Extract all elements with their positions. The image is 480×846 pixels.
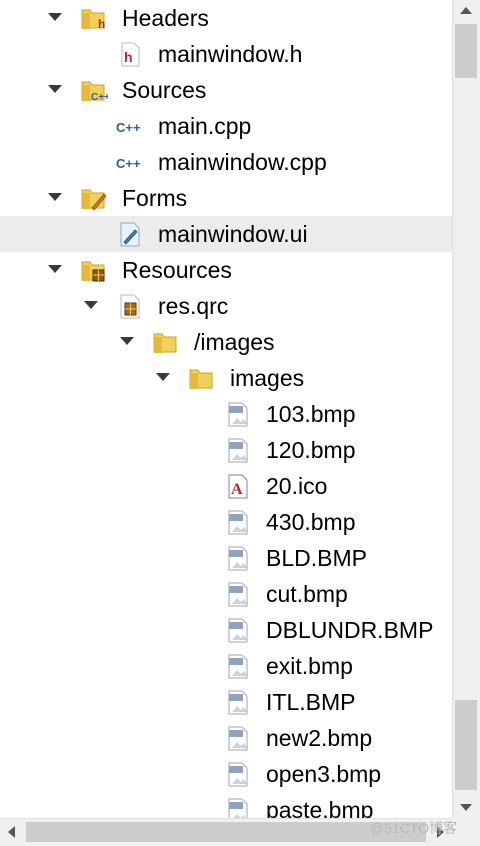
project-tree: h Headers h mainwindow.h C++ Sources C++… xyxy=(0,0,452,818)
tree-item-label: Sources xyxy=(122,77,207,103)
scroll-up-button[interactable] xyxy=(453,0,480,22)
tree-item-file[interactable]: BLD.BMP xyxy=(0,540,452,576)
vertical-scrollbar[interactable] xyxy=(452,0,480,818)
expand-arrow-icon[interactable] xyxy=(48,265,62,273)
tree-item-label: main.cpp xyxy=(158,113,252,139)
bmp-file-icon xyxy=(228,798,248,818)
expand-arrow-icon[interactable] xyxy=(120,337,134,345)
tree-item-label: exit.bmp xyxy=(266,653,353,679)
folder-resources-icon xyxy=(81,261,105,282)
tree-item-main-cpp[interactable]: C++ main.cpp xyxy=(0,108,452,144)
tree-item-label: mainwindow.ui xyxy=(158,221,308,247)
bmp-file-icon xyxy=(228,762,248,787)
folder-header-icon: h xyxy=(81,9,105,31)
expand-arrow-icon[interactable] xyxy=(84,301,98,309)
cpp-file-icon: C++ xyxy=(116,156,141,171)
tree-item-mainwindow-cpp[interactable]: C++ mainwindow.cpp xyxy=(0,144,452,180)
tree-item-label: Forms xyxy=(122,185,188,211)
tree-item-label: images xyxy=(230,365,305,391)
ui-file-icon xyxy=(120,222,140,247)
bmp-file-icon xyxy=(228,726,248,751)
tree-item-mainwindow-ui[interactable]: mainwindow.ui xyxy=(0,216,452,252)
scroll-down-button[interactable] xyxy=(453,796,480,818)
tree-item-images-folder[interactable]: images xyxy=(0,360,452,396)
tree-item-label: DBLUNDR.BMP xyxy=(266,617,434,643)
bmp-file-icon xyxy=(228,690,248,715)
qrc-file-icon xyxy=(120,294,140,319)
tree-item-label: cut.bmp xyxy=(266,581,348,607)
tree-item-file[interactable]: paste.bmp xyxy=(0,792,452,818)
tree-item-label: BLD.BMP xyxy=(266,545,367,571)
tree-item-sources[interactable]: C++ Sources xyxy=(0,72,452,108)
bmp-file-icon xyxy=(228,510,248,535)
bmp-file-icon xyxy=(228,582,248,607)
tree-item-label: mainwindow.cpp xyxy=(158,149,327,175)
tree-item-label: paste.bmp xyxy=(266,797,374,818)
header-file-icon: h xyxy=(121,42,140,67)
tree-item-mainwindow-h[interactable]: h mainwindow.h xyxy=(0,36,452,72)
svg-text:A: A xyxy=(231,481,243,498)
tree-item-file[interactable]: 103.bmp xyxy=(0,396,452,432)
tree-item-label: 430.bmp xyxy=(266,509,356,535)
folder-icon xyxy=(153,333,177,353)
scrollbar-thumb[interactable] xyxy=(455,24,477,78)
tree-item-forms[interactable]: Forms xyxy=(0,180,452,216)
tree-item-images-prefix[interactable]: /images xyxy=(0,324,452,360)
tree-item-label: Resources xyxy=(122,257,232,283)
tree-item-label: open3.bmp xyxy=(266,761,382,787)
tree-item-label: /images xyxy=(194,329,275,355)
tree-item-label: new2.bmp xyxy=(266,725,373,751)
tree-item-label: ITL.BMP xyxy=(266,689,356,715)
tree-item-file[interactable]: A 20.ico xyxy=(0,468,452,504)
tree-item-file[interactable]: cut.bmp xyxy=(0,576,452,612)
bmp-file-icon xyxy=(228,546,248,571)
tree-item-label: 20.ico xyxy=(266,473,328,499)
cpp-file-icon: C++ xyxy=(116,120,141,135)
svg-text:C++: C++ xyxy=(91,92,108,103)
tree-item-file[interactable]: 430.bmp xyxy=(0,504,452,540)
watermark: @51CTO博客 xyxy=(370,820,458,836)
bmp-file-icon xyxy=(228,438,248,463)
tree-item-label: Headers xyxy=(122,5,209,31)
expand-arrow-icon[interactable] xyxy=(48,13,62,21)
bmp-file-icon xyxy=(228,618,248,643)
scrollbar-thumb[interactable] xyxy=(26,822,426,842)
svg-text:h: h xyxy=(124,49,133,65)
arrow-left-icon[interactable] xyxy=(8,826,15,838)
tree-item-file[interactable]: DBLUNDR.BMP xyxy=(0,612,452,648)
folder-forms-icon xyxy=(81,189,107,211)
tree-item-file[interactable]: 120.bmp xyxy=(0,432,452,468)
svg-text:C++: C++ xyxy=(116,120,141,135)
tree-item-label: res.qrc xyxy=(158,293,229,319)
expand-arrow-icon[interactable] xyxy=(48,85,62,93)
tree-item-res-qrc[interactable]: res.qrc xyxy=(0,288,452,324)
tree-item-label: 103.bmp xyxy=(266,401,356,427)
tree-item-file[interactable]: exit.bmp xyxy=(0,648,452,684)
svg-text:h: h xyxy=(98,17,105,31)
svg-text:C++: C++ xyxy=(116,156,141,171)
folder-icon xyxy=(189,369,213,389)
bmp-file-icon xyxy=(228,402,248,427)
tree-item-file[interactable]: ITL.BMP xyxy=(0,684,452,720)
tree-item-headers[interactable]: h Headers xyxy=(0,0,452,36)
expand-arrow-icon[interactable] xyxy=(156,373,170,381)
ico-file-icon: A xyxy=(228,474,248,499)
bmp-file-icon xyxy=(228,654,248,679)
tree-item-file[interactable]: open3.bmp xyxy=(0,756,452,792)
arrow-down-icon xyxy=(460,804,472,811)
folder-source-icon: C++ xyxy=(81,81,108,103)
expand-arrow-icon[interactable] xyxy=(48,193,62,201)
tree-item-label: mainwindow.h xyxy=(158,41,303,67)
arrow-up-icon xyxy=(460,7,472,14)
tree-item-resources[interactable]: Resources xyxy=(0,252,452,288)
tree-item-file[interactable]: new2.bmp xyxy=(0,720,452,756)
scrollbar-thumb[interactable] xyxy=(455,700,477,790)
tree-item-label: 120.bmp xyxy=(266,437,356,463)
